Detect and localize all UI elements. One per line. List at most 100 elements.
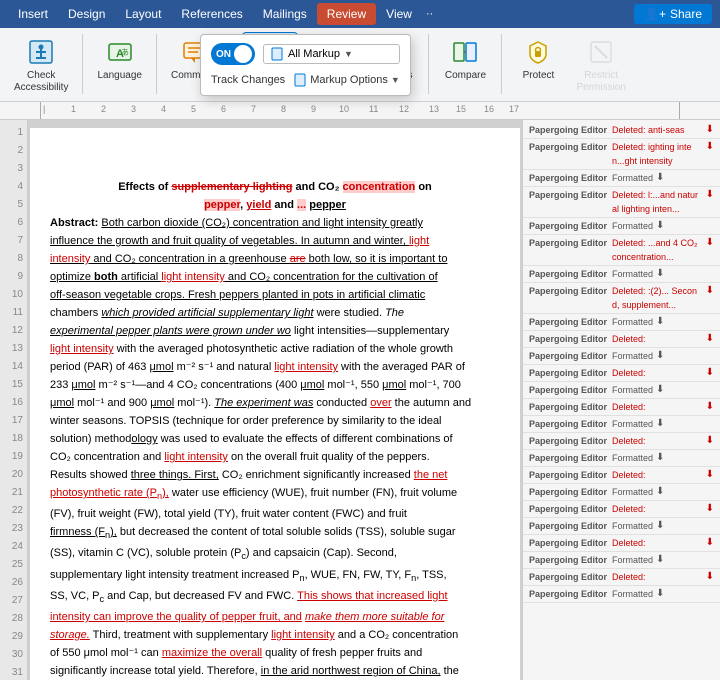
- menu-item-review[interactable]: Review: [317, 3, 376, 25]
- sidebar-entry-16[interactable]: Papergoing Editor Formatted ⬇: [523, 450, 720, 467]
- sidebar-arrow-12: ⬇: [656, 383, 664, 397]
- sidebar-text-16: Formatted: [612, 451, 653, 465]
- track-changes-toggle[interactable]: ON: [211, 43, 255, 65]
- menu-bar: Insert Design Layout References Mailings…: [0, 0, 720, 28]
- popup-row-buttons: Track Changes Markup Options ▼: [211, 73, 400, 87]
- sidebar-entry-14[interactable]: Papergoing Editor Formatted ⬇: [523, 416, 720, 433]
- review-sidebar: Papergoing Editor Deleted: anti-seas ⬇ P…: [522, 120, 720, 680]
- ribbon-compare[interactable]: Compare: [437, 32, 493, 86]
- sidebar-author-18: Papergoing Editor: [529, 485, 609, 499]
- sidebar-entry-10[interactable]: Papergoing Editor Formatted ⬇: [523, 348, 720, 365]
- sidebar-entry-7[interactable]: Papergoing Editor Deleted: :(2)... Secon…: [523, 283, 720, 314]
- line-num-25: 25: [0, 556, 27, 574]
- sidebar-author-20: Papergoing Editor: [529, 519, 609, 533]
- doc-line-2: [50, 160, 500, 178]
- sidebar-entry-0[interactable]: Papergoing Editor Deleted: anti-seas ⬇: [523, 122, 720, 139]
- sidebar-entry-23[interactable]: Papergoing Editor Deleted: ⬇: [523, 569, 720, 586]
- doc-line-3: Effects of supplementary lighting and CO…: [50, 178, 500, 196]
- sidebar-entry-24[interactable]: Papergoing Editor Formatted ⬇: [523, 586, 720, 603]
- sidebar-author-7: Papergoing Editor: [529, 284, 609, 298]
- share-button[interactable]: 👤+ Share: [634, 4, 712, 24]
- line-num-30: 30: [0, 646, 27, 664]
- menu-item-insert[interactable]: Insert: [8, 3, 58, 25]
- ribbon-check-accessibility[interactable]: Check Accessibility: [8, 32, 74, 98]
- menu-item-mailings[interactable]: Mailings: [253, 3, 317, 25]
- line-num-26: 26: [0, 574, 27, 592]
- sidebar-text-19: Deleted:: [612, 502, 703, 516]
- doc-line-23: (SS), vitamin C (VC), soluble protein (P…: [50, 544, 500, 565]
- sidebar-author-3: Papergoing Editor: [529, 188, 609, 202]
- restrict-permission-icon: [585, 36, 617, 68]
- sidebar-text-10: Formatted: [612, 349, 653, 363]
- menu-item-view[interactable]: View: [376, 3, 422, 25]
- sidebar-entry-20[interactable]: Papergoing Editor Formatted ⬇: [523, 518, 720, 535]
- sidebar-entry-1[interactable]: Papergoing Editor Deleted: ighting inten…: [523, 139, 720, 170]
- sidebar-entry-15[interactable]: Papergoing Editor Deleted: ⬇: [523, 433, 720, 450]
- line-num-23: 23: [0, 520, 27, 538]
- line-num-29: 29: [0, 628, 27, 646]
- menu-item-design[interactable]: Design: [58, 3, 115, 25]
- compare-icon: [449, 36, 481, 68]
- line-num-11: 11: [0, 304, 27, 322]
- sidebar-author-16: Papergoing Editor: [529, 451, 609, 465]
- sidebar-text-6: Formatted: [612, 267, 653, 281]
- sidebar-entry-21[interactable]: Papergoing Editor Deleted: ⬇: [523, 535, 720, 552]
- doc-line-7: intensity and CO₂ concentration in a gre…: [50, 250, 500, 268]
- sidebar-entry-2[interactable]: Papergoing Editor Formatted ⬇: [523, 170, 720, 187]
- track-changes-button[interactable]: Track Changes: [211, 74, 285, 86]
- line-num-22: 22: [0, 502, 27, 520]
- ribbon-restrict-permission[interactable]: Restrict Permission: [570, 32, 631, 98]
- sidebar-author-22: Papergoing Editor: [529, 553, 609, 567]
- sidebar-entry-18[interactable]: Papergoing Editor Formatted ⬇: [523, 484, 720, 501]
- sidebar-entry-8[interactable]: Papergoing Editor Formatted ⬇: [523, 314, 720, 331]
- sidebar-entry-22[interactable]: Papergoing Editor Formatted ⬇: [523, 552, 720, 569]
- sidebar-text-22: Formatted: [612, 553, 653, 567]
- doc-line-1: [50, 142, 500, 160]
- doc-line-18: CO₂ concentration and light intensity on…: [50, 448, 500, 466]
- sidebar-entry-3[interactable]: Papergoing Editor Deleted: l:...and natu…: [523, 187, 720, 218]
- protect-label: Protect: [523, 70, 555, 82]
- sidebar-arrow-22: ⬇: [656, 553, 664, 567]
- menu-item-references[interactable]: References: [171, 3, 252, 25]
- line-num-13: 13: [0, 340, 27, 358]
- sidebar-entry-13[interactable]: Papergoing Editor Deleted: ⬇: [523, 399, 720, 416]
- share-label: Share: [670, 7, 702, 21]
- check-accessibility-icon: [25, 36, 57, 68]
- sidebar-entry-5[interactable]: Papergoing Editor Deleted: ...and 4 CO₂ …: [523, 235, 720, 266]
- sidebar-entry-19[interactable]: Papergoing Editor Deleted: ⬇: [523, 501, 720, 518]
- sidebar-entry-12[interactable]: Papergoing Editor Formatted ⬇: [523, 382, 720, 399]
- menu-item-layout[interactable]: Layout: [115, 3, 171, 25]
- sidebar-text-0: Deleted: anti-seas: [612, 123, 703, 137]
- sidebar-entry-11[interactable]: Papergoing Editor Deleted: ⬇: [523, 365, 720, 382]
- sidebar-text-21: Deleted:: [612, 536, 703, 550]
- sidebar-arrow-9: ⬇: [706, 332, 714, 346]
- sidebar-author-5: Papergoing Editor: [529, 236, 609, 250]
- restrict-permission-label: Restrict Permission: [576, 70, 625, 94]
- sidebar-arrow-0: ⬇: [706, 123, 714, 137]
- doc-line-24: supplementary light intensity treatment …: [50, 566, 500, 587]
- line-num-17: 17: [0, 412, 27, 430]
- markup-select[interactable]: All Markup ▼: [263, 44, 400, 64]
- sidebar-entry-17[interactable]: Papergoing Editor Deleted: ⬇: [523, 467, 720, 484]
- line-num-14: 14: [0, 358, 27, 376]
- sidebar-text-24: Formatted: [612, 587, 653, 601]
- toggle-on-label: ON: [216, 49, 231, 60]
- document-container[interactable]: Effects of supplementary lighting and CO…: [28, 120, 522, 680]
- sidebar-entry-9[interactable]: Papergoing Editor Deleted: ⬇: [523, 331, 720, 348]
- doc-line-8: optimize both artificial light intensity…: [50, 268, 500, 286]
- language-label: Language: [97, 70, 142, 82]
- line-num-27: 27: [0, 592, 27, 610]
- line-num-16: 16: [0, 394, 27, 412]
- share-icon: 👤+: [644, 7, 666, 21]
- sidebar-entry-4[interactable]: Papergoing Editor Formatted ⬇: [523, 218, 720, 235]
- ruler-inner: | 1 2 3 4 5 6 7 8 9 10 11 12 13 15 16 17: [40, 102, 680, 119]
- sidebar-text-5: Deleted: ...and 4 CO₂ concentration...: [612, 236, 703, 264]
- line-num-18: 18: [0, 430, 27, 448]
- sidebar-entry-6[interactable]: Papergoing Editor Formatted ⬇: [523, 266, 720, 283]
- doc-line-20: photosynthetic rate (Pn), water use effi…: [50, 484, 500, 505]
- ribbon-language[interactable]: Aあ Language: [91, 32, 148, 86]
- ribbon-protect[interactable]: Protect: [510, 32, 566, 86]
- line-num-4: 4: [0, 178, 27, 196]
- sidebar-arrow-14: ⬇: [656, 417, 664, 431]
- markup-options-button[interactable]: Markup Options ▼: [293, 73, 400, 87]
